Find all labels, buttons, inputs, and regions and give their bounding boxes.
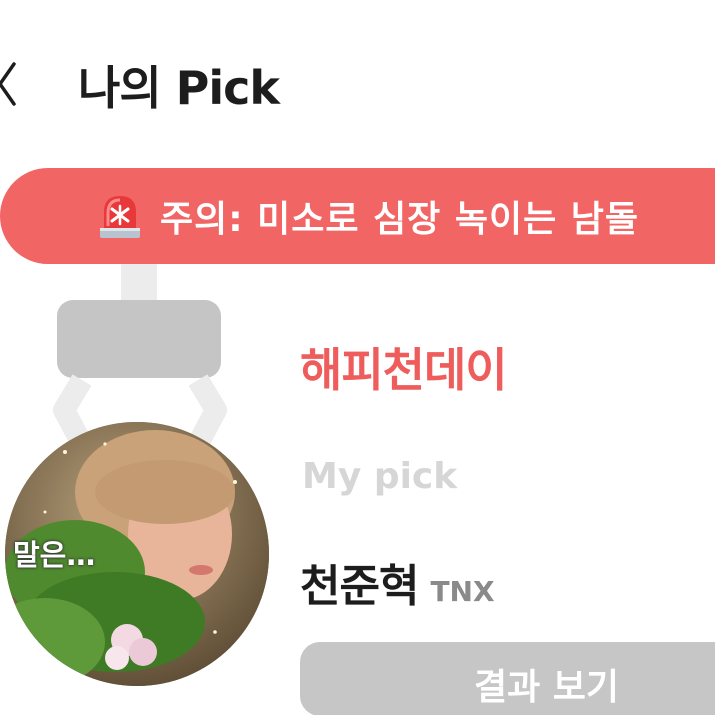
claw-head <box>57 300 221 378</box>
pick-photo-avatar: 말은… <box>5 422 269 686</box>
siren-icon <box>100 196 140 238</box>
chevron-left-icon <box>0 62 16 106</box>
photo-caption: 말은… <box>13 538 96 572</box>
my-pick-screen: 나의 Pick 주의: 미소로 심장 녹이는 남돌 말은… 해피천데이 My p… <box>0 0 715 715</box>
pick-title: 해피천데이 <box>300 343 508 397</box>
claw-rod <box>121 264 157 304</box>
view-result-button[interactable]: 결과 보기 <box>300 642 715 715</box>
claw-graphic: 말은… <box>0 264 300 715</box>
view-result-label: 결과 보기 <box>474 667 620 708</box>
group-name: TNX <box>430 575 495 608</box>
person-name: 천준혁 <box>300 561 419 612</box>
page-title: 나의 Pick <box>78 61 280 115</box>
back-button[interactable] <box>0 58 26 110</box>
pick-name-row: 천준혁 TNX <box>300 550 495 614</box>
warning-banner: 주의: 미소로 심장 녹이는 남돌 <box>0 168 715 264</box>
warning-text: 주의: 미소로 심장 녹이는 남돌 <box>160 199 639 240</box>
my-pick-label: My pick <box>302 456 458 497</box>
